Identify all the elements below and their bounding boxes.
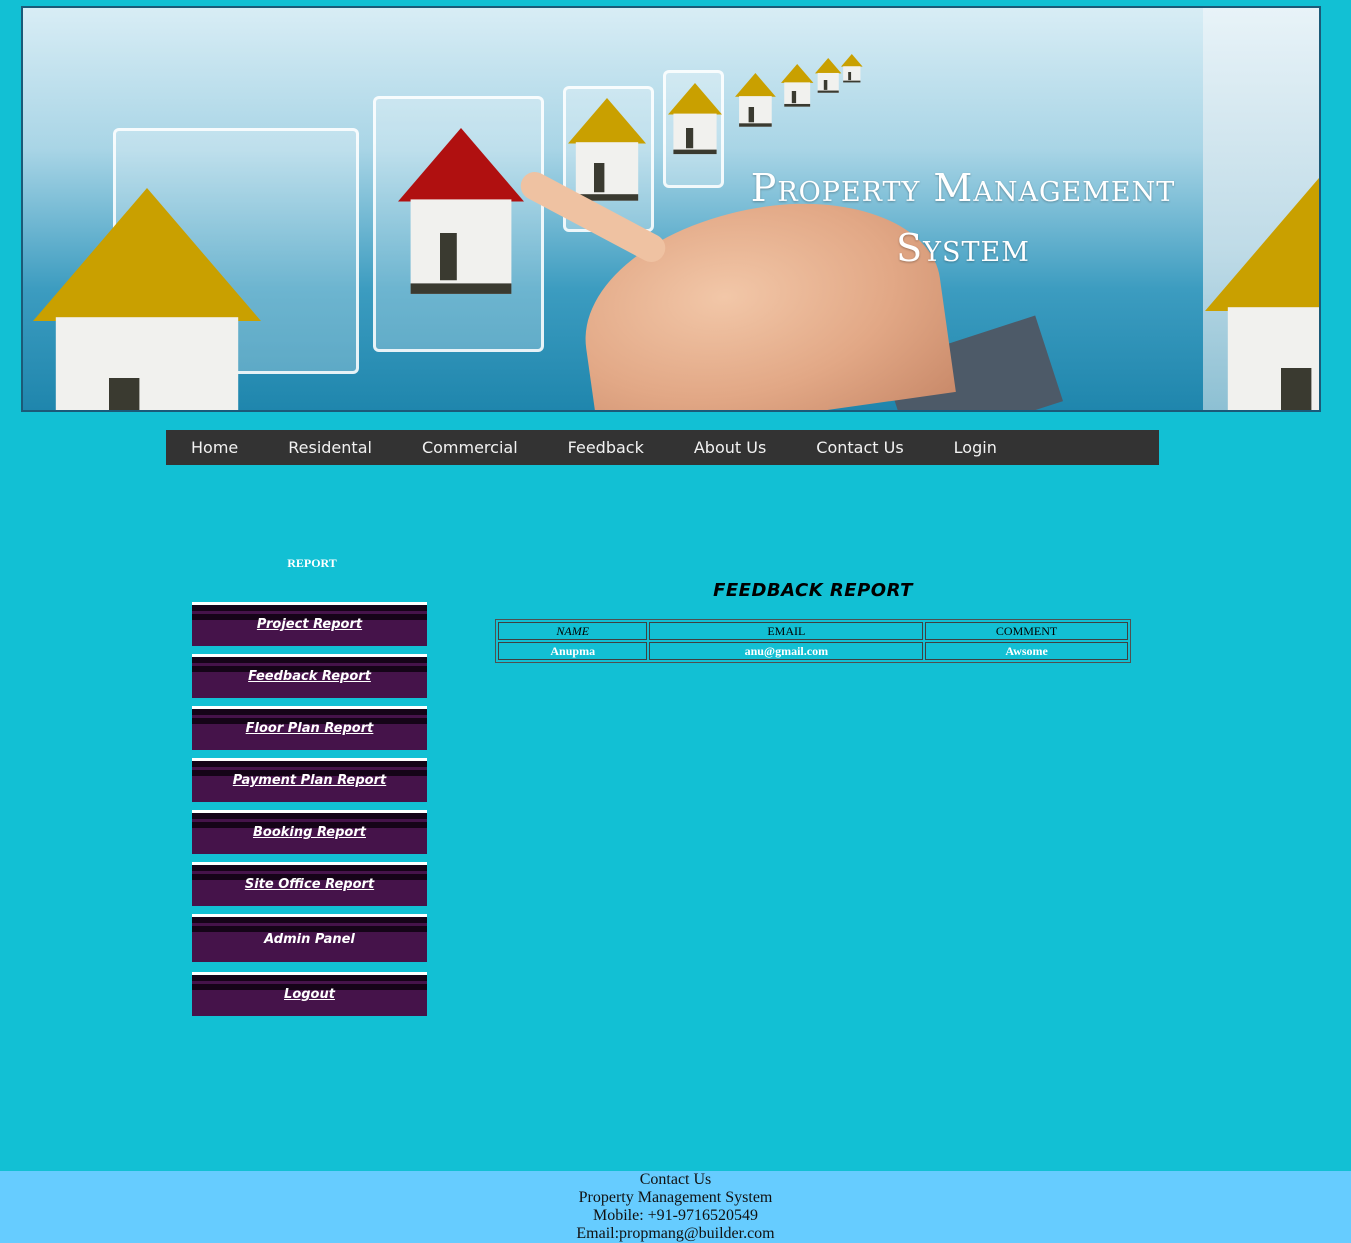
sidebar-link-floor-plan-report[interactable]: Floor Plan Report [192, 721, 427, 736]
sidebar-link-logout[interactable]: Logout [192, 987, 427, 1002]
nav-home[interactable]: Home [166, 430, 263, 465]
main-nav: Home Residental Commercial Feedback Abou… [166, 430, 1159, 465]
sidebar-link-feedback-report[interactable]: Feedback Report [192, 669, 427, 684]
footer-contact-heading: Contact Us [639, 1171, 712, 1188]
cell-comment: Awsome [925, 642, 1128, 660]
feedback-table: NAME EMAIL COMMENT Anupma anu@gmail.com … [495, 619, 1131, 663]
report-title: FEEDBACK REPORT [713, 580, 913, 601]
header-banner: Property Management System [21, 6, 1321, 412]
column-header-name: NAME [498, 622, 648, 640]
sidebar-item-booking-report[interactable]: Booking Report [192, 810, 427, 854]
sidebar-link-site-office-report[interactable]: Site Office Report [192, 877, 427, 892]
column-header-email: EMAIL [649, 622, 924, 640]
site-title-line2: System [896, 226, 1030, 270]
cell-email: anu@gmail.com [649, 642, 924, 660]
cell-name: Anupma [498, 642, 648, 660]
nav-contact-us[interactable]: Contact Us [791, 430, 928, 465]
nav-commercial[interactable]: Commercial [397, 430, 543, 465]
site-title: Property Management System [743, 158, 1183, 278]
column-header-comment: COMMENT [925, 622, 1128, 640]
sidebar-item-payment-plan-report[interactable]: Payment Plan Report [192, 758, 427, 802]
footer-email: Email:propmang@builder.com [576, 1225, 775, 1242]
sidebar-link-project-report[interactable]: Project Report [192, 617, 427, 632]
footer-mobile: Mobile: +91-9716520549 [592, 1207, 758, 1224]
sidebar-item-admin-panel[interactable]: Admin Panel [192, 914, 427, 962]
nav-about-us[interactable]: About Us [669, 430, 791, 465]
sidebar-title: REPORT [287, 556, 337, 570]
footer-company-name: Property Management System [578, 1189, 773, 1206]
sidebar-item-site-office-report[interactable]: Site Office Report [192, 862, 427, 906]
nav-feedback[interactable]: Feedback [543, 430, 669, 465]
sidebar-item-logout[interactable]: Logout [192, 972, 427, 1016]
sidebar-item-project-report[interactable]: Project Report [192, 602, 427, 646]
footer: Contact Us Property Management System Mo… [0, 1171, 1351, 1243]
table-row: Anupma anu@gmail.com Awsome [498, 642, 1128, 660]
table-header-row: NAME EMAIL COMMENT [498, 622, 1128, 640]
nav-residental[interactable]: Residental [263, 430, 397, 465]
nav-login[interactable]: Login [929, 430, 1022, 465]
sidebar-item-feedback-report[interactable]: Feedback Report [192, 654, 427, 698]
sidebar-link-booking-report[interactable]: Booking Report [192, 825, 427, 840]
sidebar-item-floor-plan-report[interactable]: Floor Plan Report [192, 706, 427, 750]
site-title-line1: Property Management [750, 166, 1176, 210]
sidebar-link-admin-panel[interactable]: Admin Panel [192, 932, 427, 947]
sidebar-link-payment-plan-report[interactable]: Payment Plan Report [192, 773, 427, 788]
